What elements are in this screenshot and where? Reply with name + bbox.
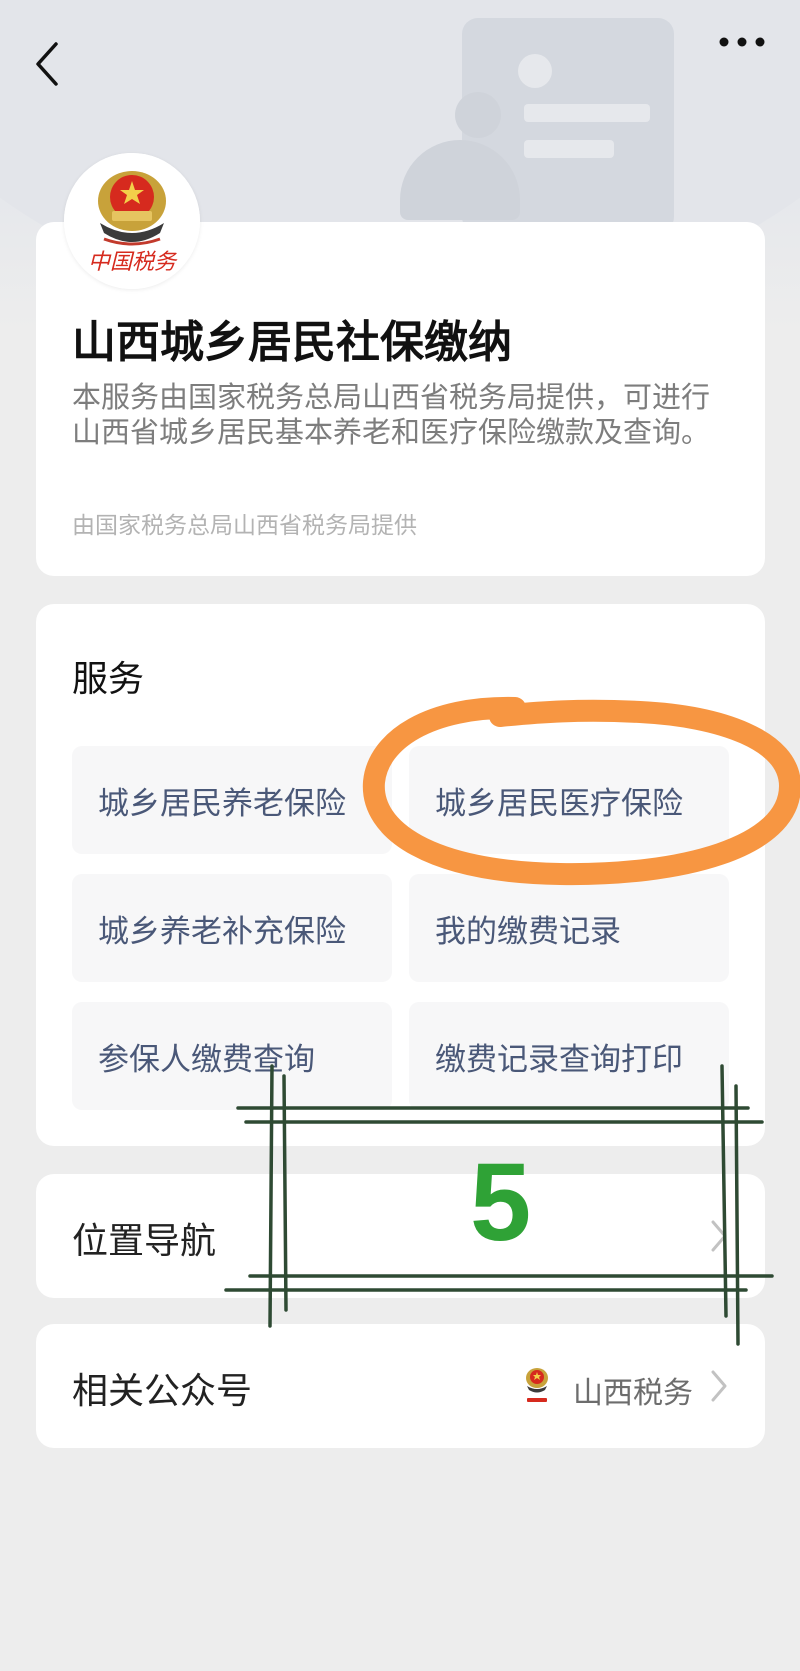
tile-rural-pension-insurance[interactable]: 城乡居民养老保险 [72,746,392,854]
chevron-left-icon [36,42,58,86]
tax-bureau-logo: 中国税务 [64,153,200,289]
tile-label: 城乡养老补充保险 [98,913,346,950]
service-title: 山西城乡居民社保缴纳 [72,317,512,368]
official-account-name: 山西税务 [573,1376,693,1411]
related-official-account-label: 相关公众号 [72,1371,253,1412]
more-dots-icon [719,37,765,47]
tax-emblem-icon: 中国税务 [64,153,200,289]
service-provider: 由国家税务总局山西省税务局提供 [72,513,417,539]
tile-label: 城乡居民医疗保险 [435,785,683,822]
tile-rural-medical-insurance[interactable]: 城乡居民医疗保险 [409,746,729,854]
back-button[interactable] [30,38,70,90]
tile-insured-payment-query[interactable]: 参保人缴费查询 [72,1002,392,1110]
tile-payment-record-print[interactable]: 缴费记录查询打印 [409,1002,729,1110]
top-bar [0,0,800,120]
tile-supplementary-pension-insurance[interactable]: 城乡养老补充保险 [72,874,392,982]
tile-label: 城乡居民养老保险 [98,785,346,822]
tile-my-payment-records[interactable]: 我的缴费记录 [409,874,729,982]
svg-text:中国税务: 中国税务 [88,250,178,275]
location-navigation-row[interactable]: 位置导航 [36,1174,765,1298]
services-section-title: 服务 [72,659,145,700]
tile-label: 我的缴费记录 [435,913,621,950]
service-description: 本服务由国家税务总局山西省税务局提供，可进行山西省城乡居民基本养老和医疗保险缴款… [72,380,711,449]
tax-account-logo-icon [517,1364,557,1408]
more-options-button[interactable] [716,30,768,54]
location-navigation-label: 位置导航 [72,1221,217,1262]
chevron-right-icon [709,1368,729,1404]
related-official-account-row[interactable]: 相关公众号 山西税务 [36,1324,765,1448]
chevron-right-icon [709,1218,729,1254]
tile-label: 缴费记录查询打印 [435,1041,683,1078]
tile-label: 参保人缴费查询 [98,1041,315,1078]
services-card: 服务 城乡居民养老保险 城乡居民医疗保险 城乡养老补充保险 我的缴费记录 参保人… [36,604,765,1146]
